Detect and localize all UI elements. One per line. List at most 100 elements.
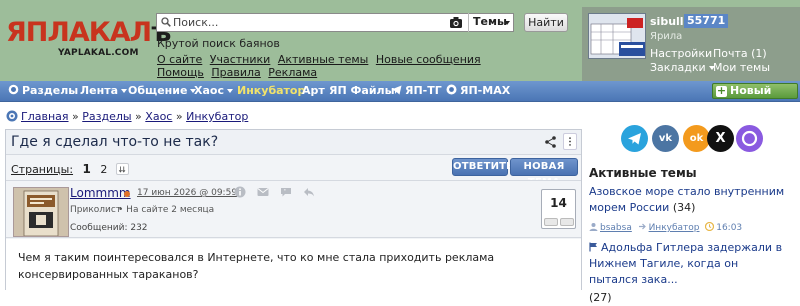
- vk-icon[interactable]: vk: [652, 125, 679, 152]
- rating-up-button[interactable]: [560, 218, 574, 226]
- mail-link[interactable]: Почта (1): [713, 47, 767, 60]
- active-topic-item: Азовское море стало внутренним морем Рос…: [589, 184, 789, 216]
- reply-button[interactable]: ОТВЕТИТЬ: [452, 158, 514, 176]
- logo-wordmark: ЯПЛАКАЛъ: [6, 17, 171, 48]
- author-rank: Приколист: [70, 205, 122, 215]
- post-date[interactable]: 17 июн 2026 @ 09:59: [137, 188, 237, 198]
- nav-max[interactable]: ЯП-MAX: [446, 84, 510, 98]
- breadcrumb-sections[interactable]: Разделы: [82, 110, 131, 123]
- ok-icon[interactable]: ok: [683, 125, 710, 152]
- logo-domain: YAPLAKAL.COM: [58, 48, 139, 58]
- chevron-down-icon: [504, 21, 510, 25]
- user-score-badge: 55771: [684, 14, 729, 28]
- topic-panel: Где я сделал что-то не так? Страницы: 1 …: [5, 129, 582, 290]
- author-name[interactable]: Lommmm: [70, 186, 131, 200]
- topic-author[interactable]: bsabsa: [600, 223, 632, 233]
- link-active-topics[interactable]: Активные темы: [278, 53, 369, 66]
- chevron-down-icon: [121, 89, 127, 93]
- nav-files[interactable]: ЯП Файлы: [329, 84, 395, 98]
- x-icon[interactable]: X: [707, 125, 734, 152]
- home-icon: [6, 110, 18, 122]
- link-help[interactable]: Помощь: [157, 66, 204, 79]
- nav-feed[interactable]: Лента: [80, 84, 127, 98]
- nav-telegram[interactable]: ЯП-ТГ: [391, 84, 442, 98]
- reply-arrow-icon[interactable]: [303, 186, 315, 198]
- quote-icon[interactable]: ": [280, 186, 292, 198]
- bookmarks-menu[interactable]: Закладки: [650, 61, 715, 74]
- svg-text:": ": [284, 189, 286, 195]
- link-members[interactable]: Участники: [210, 53, 271, 66]
- avatar-image: [589, 14, 645, 58]
- breadcrumb-incubator[interactable]: Инкубатор: [186, 110, 248, 123]
- telegram-icon[interactable]: [621, 125, 648, 152]
- arrow-right-icon: [638, 223, 646, 230]
- active-topics-heading: Активные темы: [589, 166, 697, 180]
- link-ads[interactable]: Реклама: [268, 66, 317, 79]
- link-new-messages[interactable]: Новые сообщения: [376, 53, 481, 66]
- max-icon: [446, 84, 457, 95]
- telegram-glyph: [628, 133, 641, 145]
- avatar-image: [14, 188, 68, 236]
- search-input[interactable]: [173, 14, 448, 31]
- breadcrumb-home[interactable]: Главная: [21, 110, 69, 123]
- breadcrumb-chaos[interactable]: Хаос: [145, 110, 172, 123]
- max-icon[interactable]: [736, 125, 763, 152]
- user-panel: sibull 55771 Ярила Настройки Почта (1) З…: [582, 7, 800, 81]
- chevron-down-icon: [226, 89, 233, 93]
- my-topics-link[interactable]: Мои темы: [713, 61, 770, 74]
- clock-icon: [705, 222, 715, 231]
- user-city: Ярила: [650, 31, 683, 42]
- main-nav: Разделы Лента Общение Хаос Инкубатор Арт…: [0, 81, 800, 111]
- site-header: ЯПЛАКАЛъ YAPLAKAL.COM Темы Найти Крутой …: [0, 0, 800, 81]
- share-icon[interactable]: [545, 136, 556, 148]
- camera-icon[interactable]: [449, 16, 463, 29]
- new-topic-button[interactable]: НОВАЯ ТЕМА: [510, 158, 578, 188]
- link-rules[interactable]: Правила: [211, 66, 260, 79]
- pages-label: Страницы:: [11, 163, 74, 176]
- site-logo[interactable]: ЯПЛАКАЛъ YAPLAKAL.COM: [6, 18, 171, 64]
- username[interactable]: sibull: [650, 15, 684, 28]
- post-body: Чем я таким поинтересовался в Интернете,…: [6, 239, 581, 290]
- breadcrumb: Главная » Разделы » Хаос » Инкубатор: [6, 110, 248, 123]
- active-topic-item: Адольфа Гитлера задержали в Нижнем Тагил…: [589, 240, 789, 306]
- page-link-2[interactable]: 2: [100, 163, 107, 176]
- post-header: Lommmm 17 июн 2026 @ 09:59 " Приколист •…: [6, 180, 581, 238]
- nav-communication[interactable]: Общение: [128, 84, 197, 98]
- more-options-icon[interactable]: [563, 133, 577, 150]
- sort-pages-icon[interactable]: [115, 163, 129, 175]
- nav-chaos[interactable]: Хаос: [194, 84, 233, 98]
- link-about[interactable]: О сайте: [157, 53, 202, 66]
- nav-art[interactable]: Арт: [302, 84, 325, 98]
- tagline: Крутой поиск баянов: [157, 37, 280, 50]
- max-glyph: [741, 130, 758, 147]
- user-avatar[interactable]: [588, 13, 646, 59]
- search-scope-select[interactable]: Темы: [468, 13, 515, 32]
- author-site-age: • На сайте 2 месяца: [118, 205, 215, 215]
- topic-section[interactable]: Инкубатор: [649, 223, 700, 233]
- settings-link[interactable]: Настройки: [650, 47, 712, 60]
- active-topic-link[interactable]: Адольфа Гитлера задержали в Нижнем Тагил…: [589, 241, 782, 286]
- author-avatar[interactable]: [13, 187, 69, 237]
- topic-title-bar: Где я сделал что-то не так?: [6, 130, 581, 155]
- topic-count: (34): [672, 201, 696, 214]
- online-status-dot: [124, 191, 130, 197]
- topic-meta: bsabsa Инкубатор 16:03: [589, 222, 742, 233]
- author: Lommmm: [70, 186, 131, 200]
- new-post-button[interactable]: + Новый пост: [712, 83, 798, 111]
- post-text: Чем я таким поинтересовался в Интернете,…: [18, 251, 495, 281]
- header-links: О сайте Участники Активные темы Новые со…: [157, 53, 527, 79]
- plus-icon: +: [716, 84, 727, 97]
- search-button[interactable]: Найти: [524, 13, 568, 32]
- nav-incubator[interactable]: Инкубатор: [237, 84, 305, 98]
- nav-sections[interactable]: Разделы: [8, 84, 78, 98]
- topic-count: (27): [589, 291, 612, 304]
- topic-title: Где я сделал что-то не так?: [11, 134, 219, 150]
- rating-down-button[interactable]: [544, 218, 558, 226]
- author-message-count: Сообщений: 232: [70, 223, 148, 233]
- telegram-icon: [391, 85, 402, 95]
- info-icon[interactable]: [234, 186, 246, 198]
- rating-value: 14: [550, 196, 567, 210]
- user-icon: [589, 223, 598, 231]
- post-rating: 14: [541, 189, 576, 229]
- mail-icon[interactable]: [257, 186, 269, 198]
